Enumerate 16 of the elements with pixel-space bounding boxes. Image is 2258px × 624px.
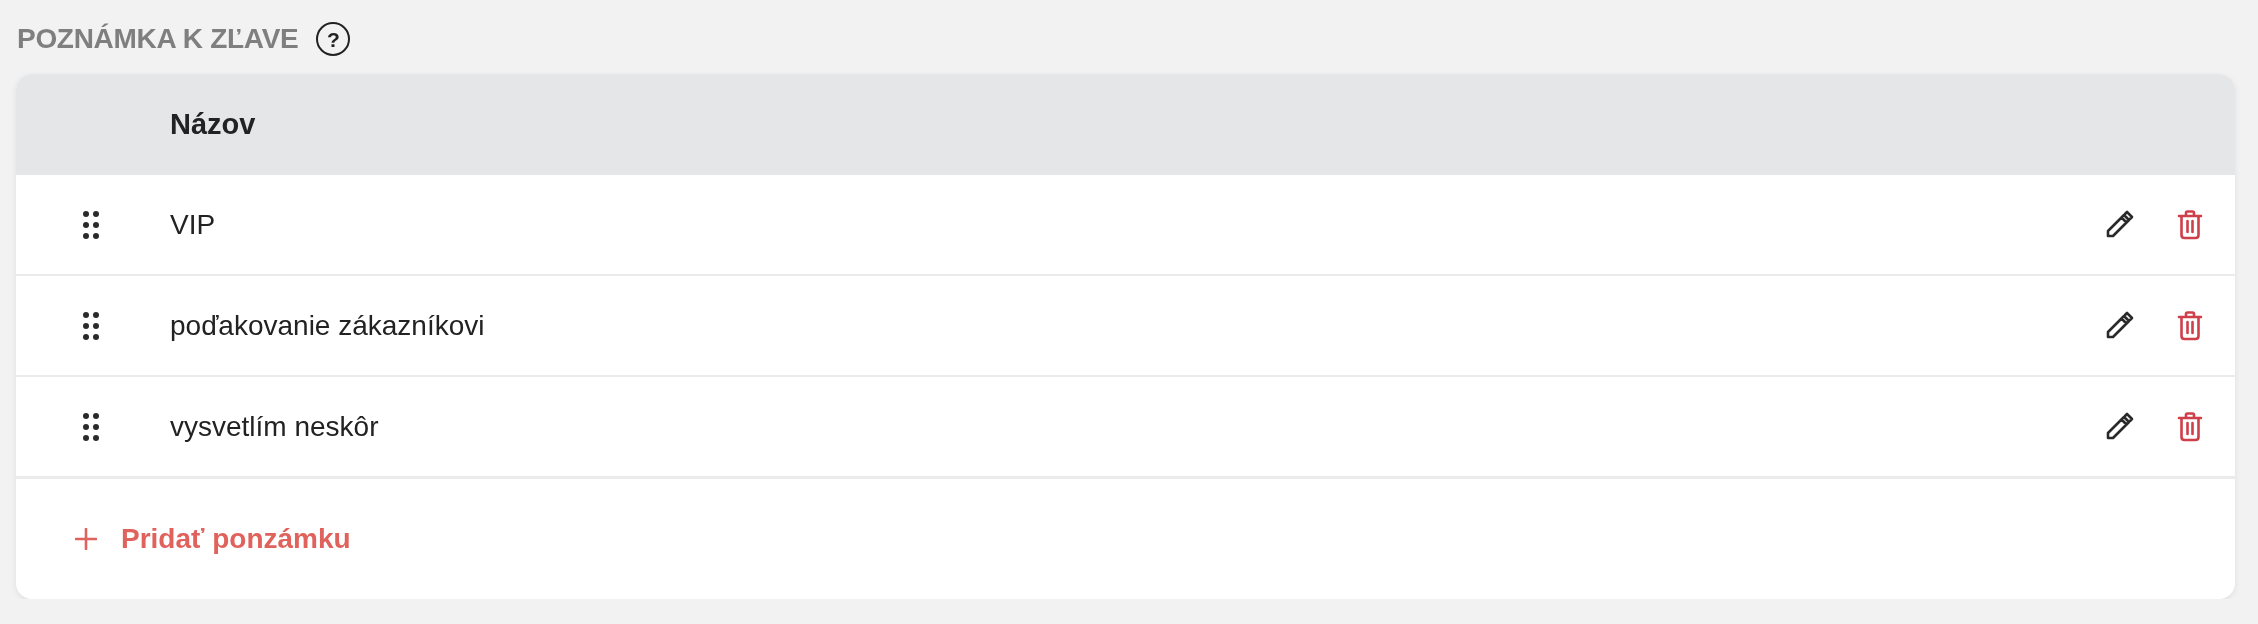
column-header: Názov: [170, 108, 256, 141]
pencil-icon[interactable]: [2104, 209, 2134, 240]
trash-icon[interactable]: [2177, 209, 2203, 240]
note-name: VIP: [170, 208, 216, 241]
help-icon[interactable]: ?: [316, 22, 351, 56]
pencil-icon[interactable]: [2104, 310, 2134, 341]
pencil-icon[interactable]: [2104, 411, 2134, 442]
note-name: vysvetlím neskôr: [170, 410, 379, 443]
section-title: POZNÁMKA K ZĽAVE: [16, 23, 299, 55]
trash-icon[interactable]: [2177, 310, 2203, 341]
note-name: poďakovanie zákazníkovi: [170, 309, 485, 342]
drag-handle-icon[interactable]: [83, 210, 99, 239]
trash-icon[interactable]: [2177, 411, 2203, 442]
drag-handle-icon[interactable]: [83, 412, 99, 441]
plus-icon: [75, 528, 97, 550]
drag-handle-icon[interactable]: [83, 311, 99, 340]
